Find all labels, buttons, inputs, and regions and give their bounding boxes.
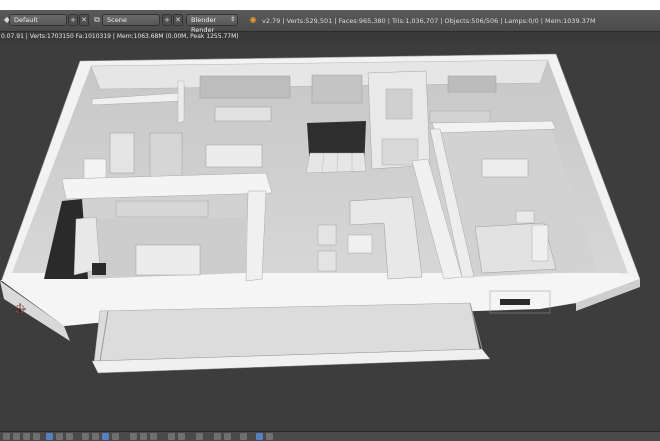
layer-icon[interactable]: [140, 433, 147, 440]
remove-layout-button[interactable]: ✕: [79, 14, 89, 26]
overlay-icon[interactable]: [256, 433, 263, 440]
view-menu-icon[interactable]: [3, 433, 10, 440]
scale-icon[interactable]: [112, 433, 119, 440]
window-top-strip: [0, 0, 660, 10]
scene-icon: ⧉: [94, 15, 100, 24]
proportional-edit-icon[interactable]: [196, 433, 203, 440]
scene-label: Scene: [107, 16, 127, 24]
layer-icon[interactable]: [150, 433, 157, 440]
add-scene-button[interactable]: +: [162, 14, 172, 26]
render-engine-dropdown[interactable]: Blender Render ⇕: [186, 14, 238, 34]
scene-statistics: v2.79 | Verts:529,501 | Faces:965,380 | …: [262, 17, 596, 25]
bedroom-desk: [481, 158, 529, 178]
render-preview-icon[interactable]: [214, 433, 221, 440]
coffee-table: [347, 234, 373, 254]
kitchen-counter: [109, 132, 135, 174]
add-menu-icon[interactable]: [23, 433, 30, 440]
scene-dropdown[interactable]: Scene: [102, 14, 160, 26]
object-menu-icon[interactable]: [33, 433, 40, 440]
rotate-icon[interactable]: [102, 433, 109, 440]
screen-layout-label: Default: [14, 16, 38, 24]
floorplan-render: [0, 53, 641, 374]
mode-icon[interactable]: [46, 433, 53, 440]
screen-layout-dropdown[interactable]: Default: [9, 14, 67, 26]
viewport-info-text: 0.07.91 | Verts:1703150 Fa:1010319 | Mem…: [0, 32, 660, 41]
onion-skin-icon[interactable]: [240, 433, 247, 440]
camera-icon[interactable]: [224, 433, 231, 440]
blender-logo-icon: ◉: [249, 15, 257, 24]
translate-icon[interactable]: [92, 433, 99, 440]
chevron-updown-icon: ⇕: [229, 16, 235, 23]
snap-icon[interactable]: [168, 433, 175, 440]
add-layout-button[interactable]: +: [68, 14, 78, 26]
xray-icon[interactable]: [266, 433, 273, 440]
dining-table-upper: [205, 144, 263, 168]
pivot-icon[interactable]: [66, 433, 73, 440]
select-menu-icon[interactable]: [13, 433, 20, 440]
shading-icon[interactable]: [56, 433, 63, 440]
layer-icon[interactable]: [130, 433, 137, 440]
remove-scene-button[interactable]: ✕: [173, 14, 183, 26]
manipulator-icon[interactable]: [82, 433, 89, 440]
snap-target-icon[interactable]: [178, 433, 185, 440]
info-header: ◆ ▦ Default + ✕ ⧉ Scene + ✕ Blender Rend…: [0, 10, 660, 34]
dining-table-lower: [135, 244, 201, 276]
3d-viewport[interactable]: [0, 41, 660, 431]
